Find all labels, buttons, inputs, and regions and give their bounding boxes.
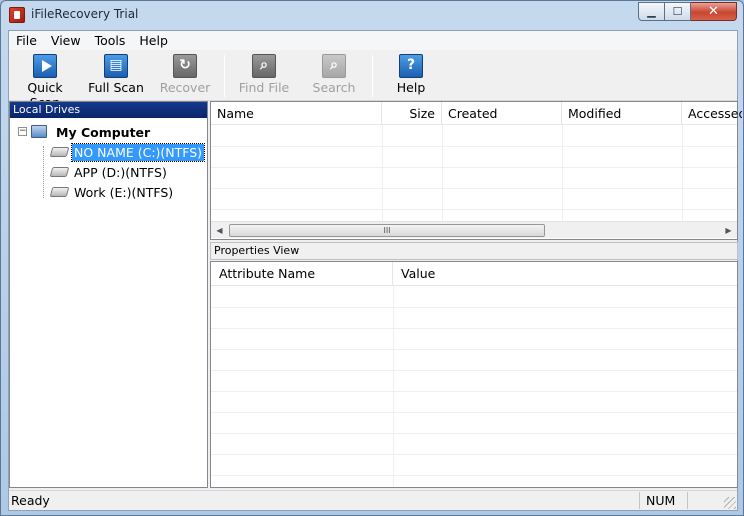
help-button[interactable]: ? Help <box>389 54 433 98</box>
column-attribute-name[interactable]: Attribute Name <box>211 262 393 286</box>
resize-grip-icon[interactable] <box>724 497 736 509</box>
status-cell-empty <box>687 492 717 509</box>
scroll-right-icon[interactable]: ▶ <box>720 222 737 239</box>
grid-line <box>211 370 737 371</box>
drive-icon <box>49 167 70 177</box>
properties-list-view[interactable]: Attribute Name Value <box>210 261 738 488</box>
collapse-icon[interactable]: − <box>18 127 27 136</box>
search-icon: ⌕ <box>322 54 346 78</box>
help-label: Help <box>396 80 426 95</box>
play-icon <box>33 54 57 78</box>
scroll-left-icon[interactable]: ◀ <box>211 222 228 239</box>
grid-line <box>682 125 683 221</box>
grid-line <box>562 125 563 221</box>
menu-view[interactable]: View <box>44 31 88 50</box>
tree-label-drive-d: APP (D:)(NTFS) <box>74 165 167 180</box>
tree-item-drive-d[interactable]: APP (D:)(NTFS) <box>10 162 207 182</box>
tree-item-my-computer[interactable]: − My Computer <box>10 122 207 142</box>
grid-line <box>211 349 737 350</box>
search-label: Search <box>312 80 356 95</box>
grid-line <box>211 167 737 168</box>
grid-line <box>211 146 737 147</box>
tree-item-drive-c[interactable]: NO NAME (C:)(NTFS) <box>10 142 207 162</box>
toolbar-separator <box>224 55 225 97</box>
grid-line <box>442 125 443 221</box>
minimize-button[interactable]: ▁ <box>638 2 665 21</box>
local-drives-header: Local Drives <box>10 102 207 118</box>
app-window: iFileRecovery Trial ▁ ☐ ✕ File View Tool… <box>0 0 744 516</box>
find-file-icon: ⌕ <box>252 54 276 78</box>
full-scan-label: Full Scan <box>88 80 144 95</box>
maximize-button[interactable]: ☐ <box>665 2 691 21</box>
status-text: Ready <box>11 493 50 508</box>
find-file-label: Find File <box>238 80 290 95</box>
grid-line <box>393 286 394 486</box>
full-scan-button[interactable]: ▤ Full Scan <box>87 54 145 98</box>
title-bar[interactable]: iFileRecovery Trial ▁ ☐ ✕ <box>1 1 743 30</box>
recover-button[interactable]: ↻ Recover <box>157 54 213 98</box>
close-button[interactable]: ✕ <box>691 2 737 21</box>
horizontal-scrollbar[interactable]: ◀ III ▶ <box>211 221 737 238</box>
menu-file[interactable]: File <box>9 31 44 50</box>
drive-icon <box>49 147 70 157</box>
local-drives-pane: Local Drives − My Computer NO NAME (C:)(… <box>9 101 208 488</box>
menu-help[interactable]: Help <box>132 31 175 50</box>
grid-line <box>211 328 737 329</box>
close-icon: ✕ <box>708 4 719 19</box>
grid-line <box>211 391 737 392</box>
tree-item-drive-e[interactable]: Work (E:)(NTFS) <box>10 182 207 202</box>
scan-icon: ▤ <box>104 54 128 78</box>
toolbar: Quick Scan ▤ Full Scan ↻ Recover ⌕ Find … <box>9 51 737 110</box>
properties-header: Attribute Name Value <box>211 262 737 286</box>
find-file-button[interactable]: ⌕ Find File <box>235 54 293 98</box>
grid-line <box>211 188 737 189</box>
tree-label-my-computer: My Computer <box>56 125 151 140</box>
toolbar-separator <box>372 55 373 97</box>
file-list-view[interactable]: Name Size Created Modified Accessed ◀ II… <box>210 101 742 240</box>
grid-line <box>211 475 737 476</box>
app-icon <box>9 7 25 23</box>
maximize-icon: ☐ <box>672 5 683 18</box>
tree-label-drive-e: Work (E:)(NTFS) <box>74 185 174 200</box>
num-lock-indicator: NUM <box>639 492 687 509</box>
column-accessed[interactable]: Accessed <box>682 102 742 125</box>
recover-label: Recover <box>159 80 211 95</box>
scrollbar-thumb[interactable]: III <box>229 224 545 237</box>
help-icon: ? <box>399 54 423 78</box>
grid-line <box>211 209 737 210</box>
column-size[interactable]: Size <box>382 102 442 125</box>
drive-icon <box>49 187 70 197</box>
grid-line <box>211 412 737 413</box>
column-value[interactable]: Value <box>393 262 737 286</box>
client-area: File View Tools Help Quick Scan ▤ Full S… <box>8 30 742 511</box>
recover-icon: ↻ <box>173 54 197 78</box>
minimize-icon: ▁ <box>647 5 656 18</box>
properties-view-header: Properties View <box>210 242 738 260</box>
grid-line <box>211 454 737 455</box>
column-name[interactable]: Name <box>211 102 382 125</box>
column-modified[interactable]: Modified <box>562 102 682 125</box>
column-created[interactable]: Created <box>442 102 562 125</box>
status-bar: Ready NUM <box>9 490 737 510</box>
grid-line <box>382 125 383 221</box>
file-list-header: Name Size Created Modified Accessed <box>211 102 742 125</box>
menu-bar: File View Tools Help <box>9 31 737 50</box>
grid-line <box>211 307 737 308</box>
computer-icon <box>31 125 47 138</box>
quick-scan-button[interactable]: Quick Scan <box>12 54 78 110</box>
drive-tree: − My Computer NO NAME (C:)(NTFS) APP (D:… <box>10 118 207 202</box>
tree-label-drive-c: NO NAME (C:)(NTFS) <box>70 143 206 162</box>
grid-line <box>211 433 737 434</box>
search-button[interactable]: ⌕ Search <box>309 54 359 98</box>
window-title: iFileRecovery Trial <box>31 7 139 21</box>
menu-tools[interactable]: Tools <box>88 31 133 50</box>
